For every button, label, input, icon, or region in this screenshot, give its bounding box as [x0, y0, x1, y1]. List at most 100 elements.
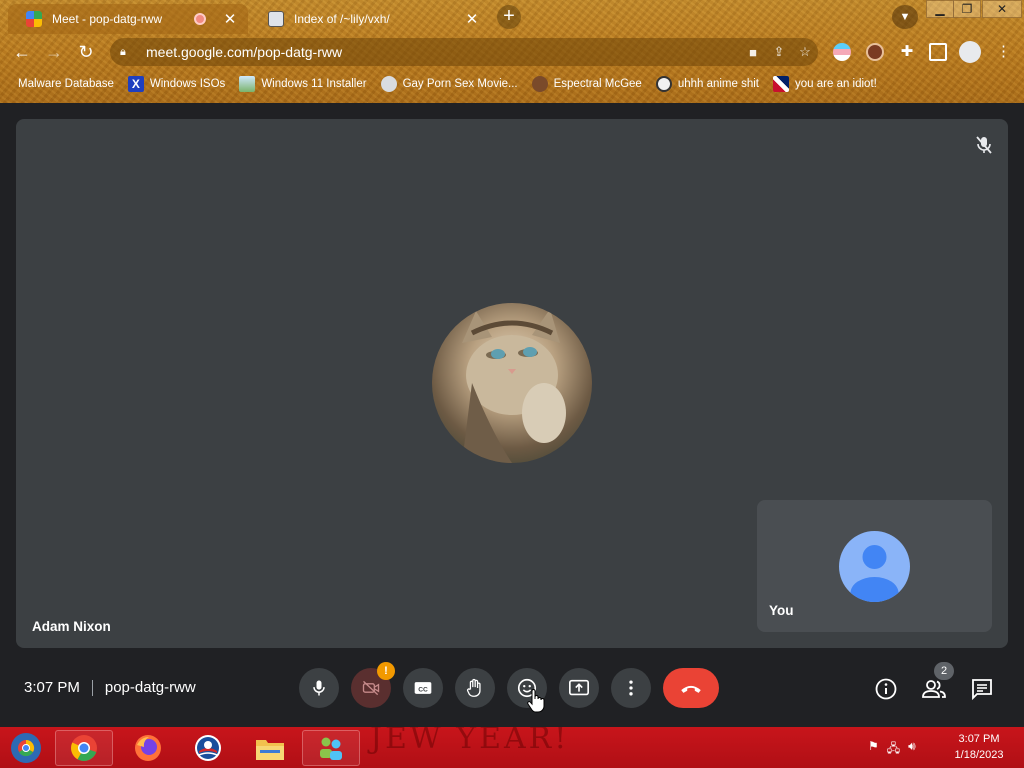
extension-avatar-icon[interactable]: [866, 43, 884, 61]
browser-menu-icon[interactable]: ⋮: [996, 43, 1014, 61]
taskbar-chrome[interactable]: [55, 730, 113, 766]
current-time: 3:07 PM: [24, 679, 80, 696]
windows-taskbar: JEW YEAR! ⚑ 🖧︎ 🔊︎ 3:07 PM 1/18/2023: [0, 727, 1024, 768]
tab-search-button[interactable]: ▼: [892, 5, 918, 29]
bookmark-label: Espectral McGee: [553, 78, 642, 90]
taskbar-file-explorer[interactable]: [244, 730, 296, 766]
divider: [91, 679, 93, 696]
microphone-button[interactable]: [299, 668, 339, 708]
anime-icon: [655, 76, 672, 92]
participant-count-badge: 2: [934, 662, 954, 680]
participant-name: Adam Nixon: [32, 619, 111, 634]
address-bar[interactable]: 🔒︎ meet.google.com/pop-datg-rww ■ ⇪ ☆: [110, 38, 818, 66]
clock-time: 3:07 PM: [958, 733, 1000, 745]
people-icon: [922, 680, 946, 698]
default-avatar-icon: [839, 531, 910, 602]
more-options-button[interactable]: [611, 668, 651, 708]
bookmarks-bar: Malware Database X Windows ISOs Windows …: [0, 72, 1024, 96]
bookmark-label: you are an idiot!: [795, 78, 877, 90]
meet-icon: [26, 11, 42, 27]
captions-button[interactable]: CC: [403, 668, 443, 708]
firefox-icon: [135, 735, 161, 761]
bookmark-label: Windows 11 Installer: [261, 78, 367, 90]
bookmark-star-icon[interactable]: ☆: [792, 44, 818, 60]
hang-up-icon: [681, 685, 701, 693]
taskbar-people-app[interactable]: [302, 730, 360, 766]
closed-captions-icon: CC: [414, 682, 432, 694]
share-icon[interactable]: ⇪: [766, 44, 792, 60]
browser-chrome: Meet - pop-datg-rww ✕ Index of /~lily/vx…: [0, 0, 1024, 103]
tab-meet[interactable]: Meet - pop-datg-rww ✕: [8, 4, 248, 34]
close-tab-icon[interactable]: ✕: [220, 10, 240, 28]
opera-icon: [195, 735, 221, 761]
self-video-tile[interactable]: You: [757, 500, 992, 632]
globe-icon: [380, 76, 397, 92]
meet-app: Adam Nixon You 3:07 PM pop-datg-rww ! CC…: [0, 103, 1024, 727]
bookmark-item[interactable]: Malware Database: [18, 78, 114, 90]
hand-cursor-icon: [527, 689, 545, 713]
close-tab-icon[interactable]: ✕: [462, 10, 482, 28]
minimize-button[interactable]: ▁: [926, 0, 954, 18]
present-screen-button[interactable]: [559, 668, 599, 708]
new-tab-button[interactable]: +: [497, 5, 521, 29]
leave-call-button[interactable]: [663, 668, 719, 708]
bookmark-label: uhhh anime shit: [677, 78, 760, 90]
tab-title: Index of /~lily/vxh/: [294, 12, 390, 26]
people-app-icon: [320, 737, 342, 760]
tab-title: Meet - pop-datg-rww: [52, 12, 163, 26]
start-button[interactable]: [4, 730, 48, 766]
side-panel-icon[interactable]: [929, 43, 947, 61]
mic-muted-icon: [972, 133, 996, 157]
recording-indicator-icon: [194, 13, 206, 25]
volume-icon[interactable]: 🔊︎: [908, 739, 916, 760]
meeting-info-button[interactable]: [873, 676, 899, 702]
camera-warning-badge: !: [377, 662, 395, 680]
more-vert-icon: [629, 680, 633, 696]
camera-in-use-icon[interactable]: ■: [740, 45, 766, 60]
taskbar-firefox[interactable]: [122, 730, 174, 766]
chat-icon: [972, 679, 992, 701]
meeting-details: 3:07 PM pop-datg-rww: [24, 679, 196, 696]
chat-button[interactable]: [969, 676, 995, 702]
extension-flag-icon[interactable]: [833, 43, 851, 61]
file-explorer-icon: [256, 740, 284, 760]
x-logo-icon: X: [127, 76, 144, 92]
bookmark-item[interactable]: Gay Porn Sex Movie...: [380, 76, 518, 92]
lock-icon: 🔒︎: [120, 45, 126, 58]
network-icon[interactable]: 🖧︎: [887, 739, 900, 760]
face-icon: [531, 76, 548, 92]
clock-date: 1/18/2023: [954, 749, 1004, 761]
start-orb-icon: [11, 733, 41, 763]
tab-index[interactable]: Index of /~lily/vxh/ ✕: [250, 4, 490, 34]
flag-icon: [773, 76, 790, 92]
chrome-icon: [71, 735, 97, 762]
taskbar-clock[interactable]: 3:07 PM 1/18/2023: [944, 731, 1014, 763]
action-center-flag-icon[interactable]: ⚑: [868, 739, 879, 760]
raise-hand-button[interactable]: [455, 668, 495, 708]
close-window-button[interactable]: ✕: [982, 0, 1022, 18]
reload-icon[interactable]: ↻: [74, 40, 98, 64]
bookmark-item[interactable]: Espectral McGee: [531, 76, 642, 92]
camera-button[interactable]: !: [351, 662, 395, 708]
image-icon: [239, 76, 256, 92]
info-icon: [875, 678, 897, 700]
bookmark-label: Gay Porn Sex Movie...: [402, 78, 518, 90]
bookmark-item[interactable]: uhhh anime shit: [655, 76, 760, 92]
self-name-label: You: [769, 603, 794, 618]
extensions-puzzle-icon[interactable]: ✚: [898, 43, 916, 61]
taskbar-opera[interactable]: [182, 730, 234, 766]
bookmark-item[interactable]: Windows 11 Installer: [239, 76, 367, 92]
bookmark-item[interactable]: X Windows ISOs: [127, 76, 226, 92]
back-icon[interactable]: ←: [10, 40, 34, 64]
forward-icon[interactable]: →: [42, 40, 66, 64]
call-controls-bar: 3:07 PM pop-datg-rww ! CC 2: [0, 648, 1024, 727]
profile-avatar-icon[interactable]: [959, 41, 981, 63]
bookmark-item[interactable]: you are an idiot!: [773, 76, 877, 92]
bookmark-label: Windows ISOs: [149, 78, 226, 90]
tab-strip: Meet - pop-datg-rww ✕ Index of /~lily/vx…: [0, 0, 1024, 34]
wallpaper-text: JEW YEAR!: [370, 727, 570, 756]
maximize-button[interactable]: ❐: [953, 0, 981, 18]
browser-toolbar: ← → ↻ 🔒︎ meet.google.com/pop-datg-rww ■ …: [0, 36, 1024, 68]
microphone-icon: [313, 680, 325, 696]
bookmark-label: Malware Database: [18, 78, 114, 90]
